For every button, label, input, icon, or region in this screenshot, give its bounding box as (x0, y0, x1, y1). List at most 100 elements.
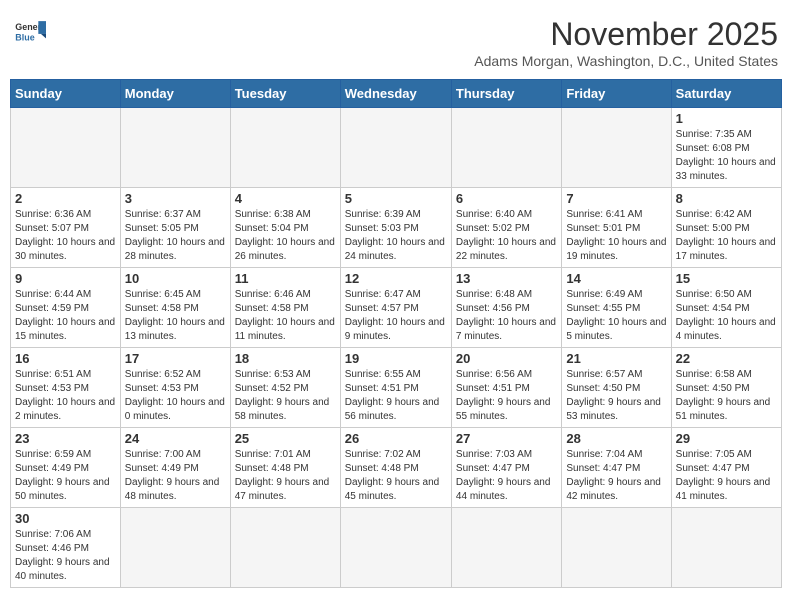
day-info: Sunrise: 6:58 AM Sunset: 4:50 PM Dayligh… (676, 368, 777, 424)
calendar-cell: 8 Sunrise: 6:42 AM Sunset: 5:00 PM Daylig… (671, 188, 781, 268)
day-info: Sunrise: 6:59 AM Sunset: 4:49 PM Dayligh… (15, 448, 116, 504)
calendar-header-saturday: Saturday (671, 80, 781, 108)
calendar-cell (230, 108, 340, 188)
day-info: Sunrise: 6:49 AM Sunset: 4:55 PM Dayligh… (566, 288, 666, 344)
day-number: 3 (125, 191, 226, 206)
day-number: 19 (345, 351, 447, 366)
calendar-cell: 20 Sunrise: 6:56 AM Sunset: 4:51 PM Dayli… (451, 348, 561, 428)
day-number: 27 (456, 431, 557, 446)
day-number: 16 (15, 351, 116, 366)
calendar-cell (562, 108, 671, 188)
day-number: 23 (15, 431, 116, 446)
day-info: Sunrise: 6:37 AM Sunset: 5:05 PM Dayligh… (125, 208, 226, 264)
day-number: 12 (345, 271, 447, 286)
day-info: Sunrise: 7:02 AM Sunset: 4:48 PM Dayligh… (345, 448, 447, 504)
calendar-cell (562, 508, 671, 588)
day-number: 22 (676, 351, 777, 366)
calendar-cell: 25 Sunrise: 7:01 AM Sunset: 4:48 PM Dayli… (230, 428, 340, 508)
day-number: 28 (566, 431, 666, 446)
calendar-cell (340, 108, 451, 188)
day-info: Sunrise: 6:50 AM Sunset: 4:54 PM Dayligh… (676, 288, 777, 344)
calendar-cell (671, 508, 781, 588)
calendar-cell: 4 Sunrise: 6:38 AM Sunset: 5:04 PM Daylig… (230, 188, 340, 268)
day-number: 4 (235, 191, 336, 206)
calendar-cell: 12 Sunrise: 6:47 AM Sunset: 4:57 PM Dayli… (340, 268, 451, 348)
calendar-cell: 18 Sunrise: 6:53 AM Sunset: 4:52 PM Dayli… (230, 348, 340, 428)
calendar-cell: 21Sunrise: 6:57 AM Sunset: 4:50 PM Dayli… (562, 348, 671, 428)
day-info: Sunrise: 6:41 AM Sunset: 5:01 PM Dayligh… (566, 208, 666, 264)
day-number: 24 (125, 431, 226, 446)
day-info: Sunrise: 7:35 AM Sunset: 6:08 PM Dayligh… (676, 128, 777, 184)
day-number: 13 (456, 271, 557, 286)
day-number: 8 (676, 191, 777, 206)
day-number: 5 (345, 191, 447, 206)
day-number: 20 (456, 351, 557, 366)
week-row-5: 30Sunrise: 7:06 AM Sunset: 4:46 PM Dayli… (11, 508, 782, 588)
calendar-cell: 2 Sunrise: 6:36 AM Sunset: 5:07 PM Daylig… (11, 188, 121, 268)
day-number: 30 (15, 511, 116, 526)
calendar-cell: 13 Sunrise: 6:48 AM Sunset: 4:56 PM Dayli… (451, 268, 561, 348)
day-number: 15 (676, 271, 777, 286)
day-info: Sunrise: 7:00 AM Sunset: 4:49 PM Dayligh… (125, 448, 226, 504)
title-area: November 2025 Adams Morgan, Washington, … (474, 16, 778, 69)
calendar-cell: 9Sunrise: 6:44 AM Sunset: 4:59 PM Daylig… (11, 268, 121, 348)
day-number: 2 (15, 191, 116, 206)
calendar-cell: 19 Sunrise: 6:55 AM Sunset: 4:51 PM Dayli… (340, 348, 451, 428)
calendar-table: SundayMondayTuesdayWednesdayThursdayFrid… (10, 79, 782, 588)
calendar-header-sunday: Sunday (11, 80, 121, 108)
calendar-cell: 27Sunrise: 7:03 AM Sunset: 4:47 PM Dayli… (451, 428, 561, 508)
day-info: Sunrise: 6:47 AM Sunset: 4:57 PM Dayligh… (345, 288, 447, 344)
svg-text:Blue: Blue (15, 32, 34, 42)
logo: General Blue (14, 16, 46, 48)
day-info: Sunrise: 6:39 AM Sunset: 5:03 PM Dayligh… (345, 208, 447, 264)
calendar-cell (451, 108, 561, 188)
calendar-header-row: SundayMondayTuesdayWednesdayThursdayFrid… (11, 80, 782, 108)
page-header: General Blue November 2025 Adams Morgan,… (10, 10, 782, 73)
day-info: Sunrise: 6:56 AM Sunset: 4:51 PM Dayligh… (456, 368, 557, 424)
day-number: 1 (676, 111, 777, 126)
calendar-cell (120, 108, 230, 188)
day-number: 25 (235, 431, 336, 446)
day-info: Sunrise: 6:57 AM Sunset: 4:50 PM Dayligh… (566, 368, 666, 424)
day-info: Sunrise: 6:52 AM Sunset: 4:53 PM Dayligh… (125, 368, 226, 424)
calendar-header-tuesday: Tuesday (230, 80, 340, 108)
day-info: Sunrise: 6:42 AM Sunset: 5:00 PM Dayligh… (676, 208, 777, 264)
calendar-cell (120, 508, 230, 588)
calendar-cell: 30Sunrise: 7:06 AM Sunset: 4:46 PM Dayli… (11, 508, 121, 588)
week-row-1: 2 Sunrise: 6:36 AM Sunset: 5:07 PM Daylig… (11, 188, 782, 268)
day-info: Sunrise: 7:04 AM Sunset: 4:47 PM Dayligh… (566, 448, 666, 504)
calendar-cell: 3 Sunrise: 6:37 AM Sunset: 5:05 PM Daylig… (120, 188, 230, 268)
day-info: Sunrise: 6:55 AM Sunset: 4:51 PM Dayligh… (345, 368, 447, 424)
calendar-cell: 16Sunrise: 6:51 AM Sunset: 4:53 PM Dayli… (11, 348, 121, 428)
calendar-cell: 5 Sunrise: 6:39 AM Sunset: 5:03 PM Daylig… (340, 188, 451, 268)
calendar-cell: 15 Sunrise: 6:50 AM Sunset: 4:54 PM Dayli… (671, 268, 781, 348)
week-row-0: 1 Sunrise: 7:35 AM Sunset: 6:08 PM Daylig… (11, 108, 782, 188)
day-info: Sunrise: 6:53 AM Sunset: 4:52 PM Dayligh… (235, 368, 336, 424)
calendar-cell (230, 508, 340, 588)
day-info: Sunrise: 6:36 AM Sunset: 5:07 PM Dayligh… (15, 208, 116, 264)
calendar-cell (340, 508, 451, 588)
day-number: 10 (125, 271, 226, 286)
calendar-cell: 14Sunrise: 6:49 AM Sunset: 4:55 PM Dayli… (562, 268, 671, 348)
day-info: Sunrise: 7:01 AM Sunset: 4:48 PM Dayligh… (235, 448, 336, 504)
calendar-cell: 26 Sunrise: 7:02 AM Sunset: 4:48 PM Dayli… (340, 428, 451, 508)
day-info: Sunrise: 6:46 AM Sunset: 4:58 PM Dayligh… (235, 288, 336, 344)
day-info: Sunrise: 6:48 AM Sunset: 4:56 PM Dayligh… (456, 288, 557, 344)
day-number: 9 (15, 271, 116, 286)
calendar-cell: 28 Sunrise: 7:04 AM Sunset: 4:47 PM Dayli… (562, 428, 671, 508)
day-info: Sunrise: 6:38 AM Sunset: 5:04 PM Dayligh… (235, 208, 336, 264)
day-info: Sunrise: 7:05 AM Sunset: 4:47 PM Dayligh… (676, 448, 777, 504)
location-title: Adams Morgan, Washington, D.C., United S… (474, 53, 778, 69)
calendar-header-monday: Monday (120, 80, 230, 108)
calendar-cell (11, 108, 121, 188)
week-row-4: 23 Sunrise: 6:59 AM Sunset: 4:49 PM Dayli… (11, 428, 782, 508)
day-info: Sunrise: 6:40 AM Sunset: 5:02 PM Dayligh… (456, 208, 557, 264)
day-number: 7 (566, 191, 666, 206)
day-number: 18 (235, 351, 336, 366)
day-number: 17 (125, 351, 226, 366)
day-number: 26 (345, 431, 447, 446)
week-row-3: 16Sunrise: 6:51 AM Sunset: 4:53 PM Dayli… (11, 348, 782, 428)
calendar-header-friday: Friday (562, 80, 671, 108)
month-title: November 2025 (474, 16, 778, 53)
calendar-header-wednesday: Wednesday (340, 80, 451, 108)
